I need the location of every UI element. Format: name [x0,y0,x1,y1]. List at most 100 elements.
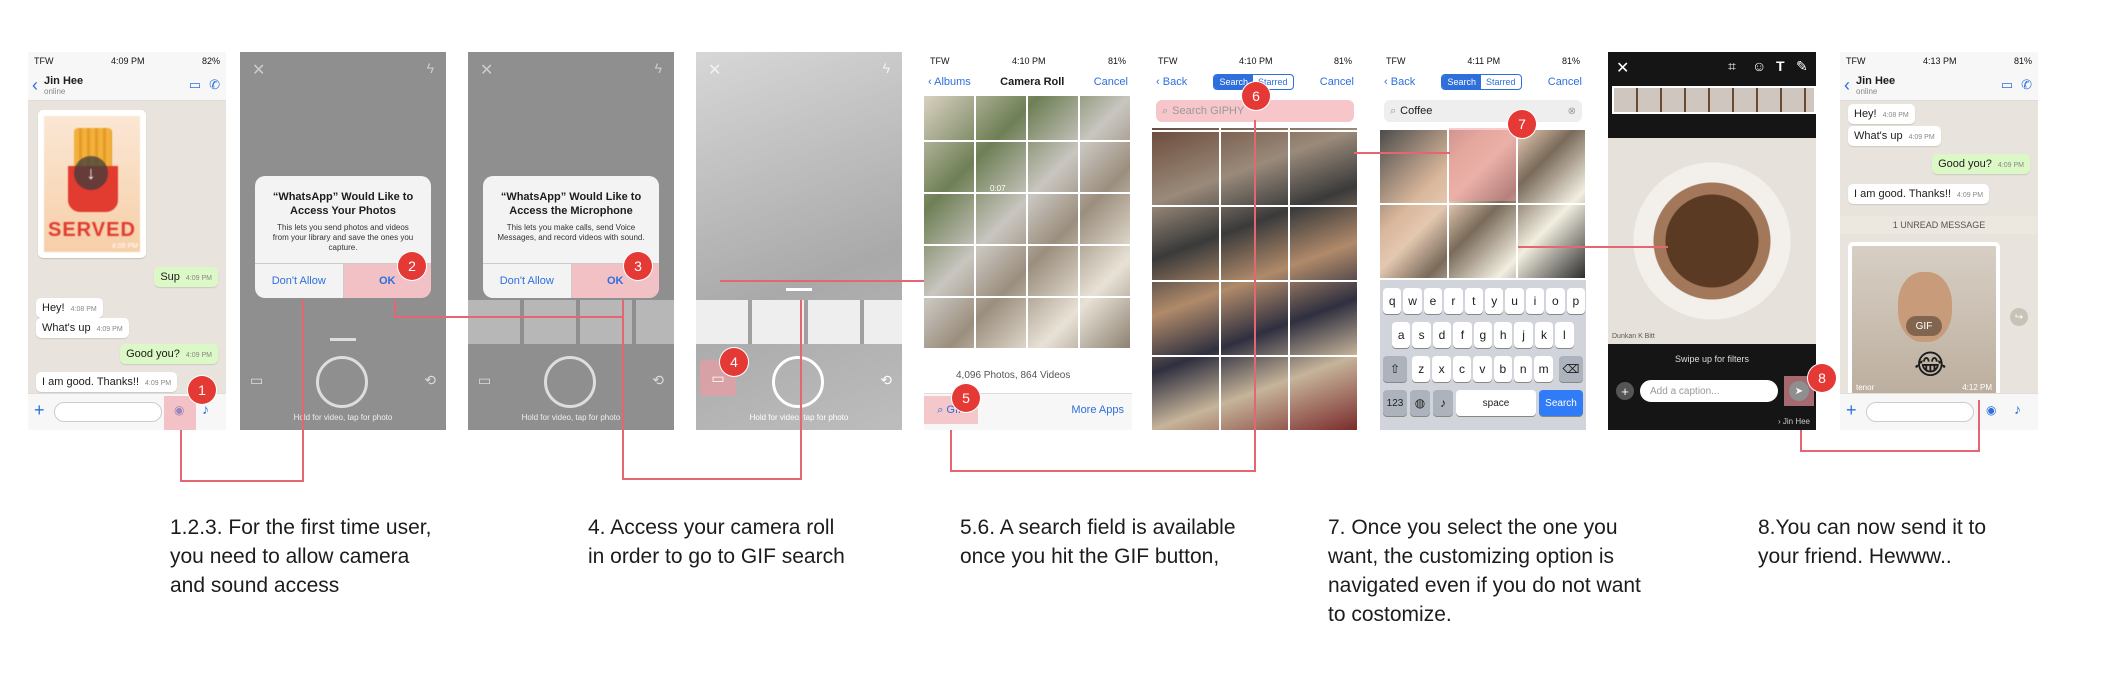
message-input[interactable] [54,402,162,422]
dont-allow-button[interactable]: Don't Allow [255,264,343,298]
flash-icon[interactable]: ϟ [883,60,890,76]
message-out[interactable]: Good you? 4:09 PM [1932,154,2030,174]
cancel-button[interactable]: Cancel [1320,76,1354,88]
key-s[interactable]: s [1412,322,1431,348]
contact-name[interactable]: Jin Hee [44,75,189,87]
gallery-icon[interactable]: ▭ [478,372,491,389]
more-apps-button[interactable]: More Apps [1071,404,1124,416]
message-out[interactable]: Good you? 4:09 PM [120,344,218,364]
space-key[interactable]: space [1456,390,1536,416]
delete-key[interactable]: ⌫ [1559,356,1583,382]
key-g[interactable]: g [1473,322,1492,348]
shutter-button[interactable] [772,356,824,408]
screen-camera-roll: TFW 4:10 PM 81% ‹ Albums Camera Roll Can… [924,52,1132,430]
key-b[interactable]: b [1493,356,1512,382]
pencil-icon[interactable]: ✎ [1796,58,1808,75]
message-in[interactable]: Hey! 4:08 PM [36,298,103,318]
switch-camera-icon[interactable]: ⟲ [424,372,436,389]
key-i[interactable]: i [1525,288,1545,314]
key-f[interactable]: f [1453,322,1472,348]
globe-key[interactable]: ◍ [1410,390,1430,416]
key-p[interactable]: p [1566,288,1585,314]
recent-photo-strip[interactable] [696,300,902,344]
flash-icon[interactable]: ϟ [427,60,434,76]
albums-back-button[interactable]: ‹ Albums [928,76,971,88]
frame-scrubber[interactable] [1612,86,1816,114]
message-in[interactable]: What's up 4:09 PM [36,318,129,338]
voice-call-icon[interactable]: ✆ [2021,77,2032,93]
key-j[interactable]: j [1514,322,1533,348]
video-call-icon[interactable]: ▭ [189,77,201,93]
shutter-button[interactable] [544,356,596,408]
key-u[interactable]: u [1505,288,1524,314]
key-t[interactable]: t [1464,288,1483,314]
gallery-icon[interactable]: ▭ [250,372,263,389]
switch-camera-icon[interactable]: ⟲ [880,372,892,389]
giphy-header: ‹ Back Search Starred Cancel [1380,70,1586,94]
back-button[interactable]: ‹ Back [1384,76,1415,88]
selected-gif[interactable] [1449,128,1516,201]
switch-camera-icon[interactable]: ⟲ [652,372,664,389]
search-key[interactable]: Search [1539,390,1583,416]
clear-icon[interactable]: ⊗ [1568,106,1576,117]
close-icon[interactable]: ✕ [480,60,493,80]
key-o[interactable]: o [1546,288,1565,314]
shift-key[interactable]: ⇧ [1383,356,1407,382]
key-a[interactable]: a [1392,322,1411,348]
video-call-icon[interactable]: ▭ [2001,77,2013,93]
cancel-button[interactable]: Cancel [1094,76,1128,88]
tab-search[interactable]: Search [1442,75,1481,89]
key-e[interactable]: e [1423,288,1443,314]
message-out[interactable]: Sup 4:09 PM [154,267,218,287]
key-h[interactable]: h [1494,322,1513,348]
download-icon[interactable]: ↓ [74,156,108,190]
close-icon[interactable]: ✕ [708,60,721,80]
close-icon[interactable]: ✕ [252,60,265,80]
key-q[interactable]: q [1383,288,1402,314]
message-in[interactable]: What's up 4:09 PM [1848,126,1941,146]
text-icon[interactable]: T [1776,58,1785,74]
gif-message[interactable]: GIF 😂 tenor 4:12 PM [1848,242,2000,400]
key-w[interactable]: w [1403,288,1422,314]
key-d[interactable]: d [1432,322,1452,348]
key-x[interactable]: x [1432,356,1451,382]
numbers-key[interactable]: 123 [1383,390,1407,416]
key-c[interactable]: c [1452,356,1472,382]
key-k[interactable]: k [1534,322,1554,348]
giphy-search-input[interactable]: ⌕ Coffee ⊗ [1384,100,1582,122]
message-in[interactable]: Hey! 4:08 PM [1848,104,1915,124]
key-z[interactable]: z [1412,356,1431,382]
key-m[interactable]: m [1534,356,1553,382]
contact-name[interactable]: Jin Hee [1856,75,2001,87]
forward-icon[interactable]: ↪ [2010,308,2028,326]
plus-icon[interactable]: + [34,400,45,421]
key-y[interactable]: y [1485,288,1504,314]
image-message[interactable]: ↓ SERVED 4:08 PM [38,110,146,258]
dont-allow-button[interactable]: Don't Allow [483,264,571,298]
key-r[interactable]: r [1444,288,1463,314]
caption-input[interactable]: Add a caption... [1640,380,1778,402]
emoji-icon[interactable]: ☺ [1752,58,1766,74]
back-chevron-icon[interactable]: ‹ [32,75,38,96]
flash-icon[interactable]: ϟ [655,60,662,76]
tab-starred[interactable]: Starred [1481,75,1521,89]
cancel-button[interactable]: Cancel [1548,76,1582,88]
message-in[interactable]: I am good. Thanks!! 4:09 PM [36,372,178,392]
key-l[interactable]: l [1555,322,1574,348]
back-button[interactable]: ‹ Back [1156,76,1187,88]
search-starred-toggle[interactable]: Search Starred [1441,74,1522,90]
crop-icon[interactable]: ⌗ [1728,58,1736,75]
add-media-icon[interactable]: + [1616,382,1634,400]
voice-call-icon[interactable]: ✆ [209,77,220,93]
key-v[interactable]: v [1473,356,1492,382]
key-n[interactable]: n [1514,356,1533,382]
plus-icon[interactable]: + [1846,400,1857,421]
back-chevron-icon[interactable]: ‹ [1844,75,1850,96]
shutter-button[interactable] [316,356,368,408]
message-in[interactable]: I am good. Thanks!! 4:09 PM [1848,184,1990,204]
microphone-icon[interactable]: ♪ [2014,401,2021,417]
dictation-key[interactable]: ♪ [1433,390,1453,416]
message-input[interactable] [1866,402,1974,422]
camera-icon[interactable]: ◉ [1986,403,1996,417]
close-icon[interactable]: ✕ [1616,58,1629,78]
